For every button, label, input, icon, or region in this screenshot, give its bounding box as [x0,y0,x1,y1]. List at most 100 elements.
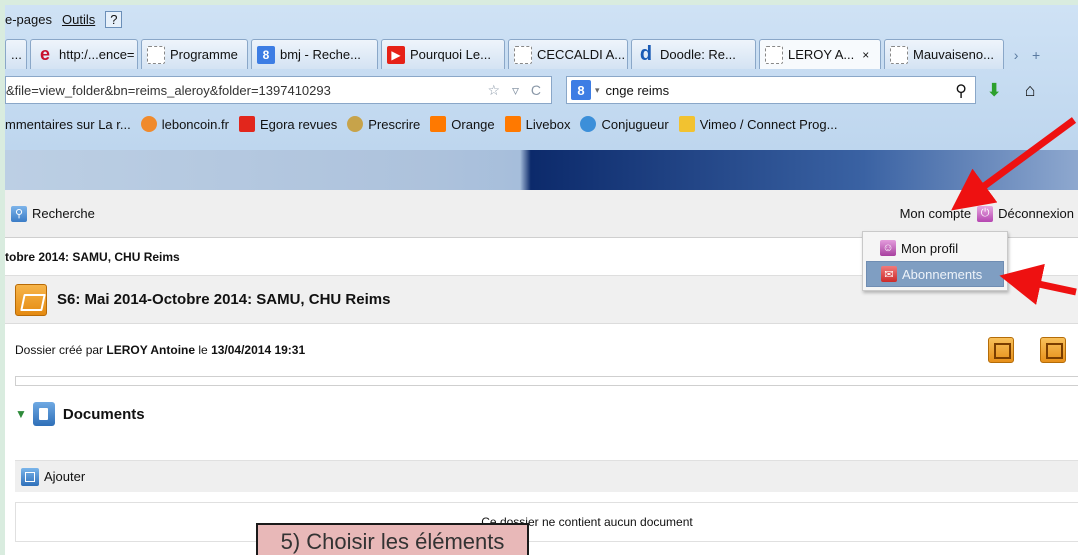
menu-item-profile[interactable]: ☺ Mon profil [866,235,1004,261]
tab-8[interactable]: Mauvaiseno... [884,39,1004,69]
tab-5[interactable]: CECCALDI A... [508,39,628,69]
tab-scroll-controls: › + [1007,39,1047,71]
menu-item-tools[interactable]: Outils [62,12,95,27]
bookmark-vimeo[interactable]: Vimeo / Connect Prog... [678,116,837,132]
bookmark-label: Livebox [525,116,571,132]
star-dropdown-reload-icons[interactable]: ☆ ▿ C [488,82,545,99]
menu-item-subscriptions[interactable]: ✉ Abonnements [866,261,1004,287]
folder-author: LEROY Antoine [106,343,196,357]
close-tab-icon[interactable]: × [862,48,869,62]
tab-7-active[interactable]: LEROY A... × [759,39,881,69]
logout-icon: ⏻ [977,205,994,222]
bookmark-conjugueur[interactable]: Conjugueur [580,116,669,132]
home-icon[interactable]: ⌂ [1012,80,1048,101]
subscriptions-label: Abonnements [902,266,983,282]
google-icon[interactable]: 8 [571,80,591,100]
address-url: &file=view_folder&bn=reims_aleroy&folder… [6,82,331,98]
tab-6[interactable]: d Doodle: Re... [631,39,756,69]
prescrire-icon [347,116,364,132]
tab-label: Pourquoi Le... [410,47,491,62]
search-box[interactable]: 8 ▾ cnge reims ⚲ [566,76,976,104]
google-icon: 8 [257,45,275,64]
folder-title: S6: Mai 2014-Octobre 2014: SAMU, CHU Rei… [57,291,391,308]
tab-label: Doodle: Re... [660,47,736,62]
download-icon[interactable]: ⬇ [976,80,1012,101]
doodle-icon: d [639,43,653,65]
tab-0[interactable]: ... [5,39,27,69]
menu-item-pages[interactable]: e-pages [5,12,52,27]
tab-label: CECCALDI A... [537,47,626,62]
bookmarks-bar: mmentaires sur La r... leboncoin.fr Egor… [5,109,1078,139]
ie-logo-icon: e [39,44,50,64]
livebox-icon [504,116,521,132]
web-page: ⚲ Recherche Mon compte ⏻ Déconnexion tob… [5,150,1078,555]
search-icon[interactable]: ⚲ [955,81,967,101]
conjugueur-icon [580,116,597,132]
egora-icon [238,116,255,132]
logout-link[interactable]: Déconnexion [998,206,1074,221]
tab-label: Programme [170,47,238,62]
tab-1[interactable]: e http:/...ence= [30,39,138,69]
address-bar[interactable]: &file=view_folder&bn=reims_aleroy&folder… [5,76,552,104]
edit-folder-icon[interactable] [988,337,1014,363]
folder-date: 13/04/2014 19:31 [211,343,306,357]
bookmark-prescrire[interactable]: Prescrire [347,116,420,132]
bookmark-label: leboncoin.fr [161,116,229,132]
search-link[interactable]: ⚲ Recherche [11,205,95,222]
tab-4[interactable]: ▶ Pourquoi Le... [381,39,505,69]
bookmark-leboncoin[interactable]: leboncoin.fr [140,116,229,132]
tab-label: http:/...ence= [59,47,135,62]
youtube-icon: ▶ [387,45,405,64]
add-icon [21,467,39,486]
empty-documents-message: Ce dossier ne contient aucun document [15,502,1078,542]
envelope-icon: ✉ [881,266,897,282]
tab-3[interactable]: 8 bmj - Reche... [251,39,378,69]
bookmark-comments[interactable]: mmentaires sur La r... [5,117,131,132]
add-label: Ajouter [44,469,86,484]
divider-bar [15,376,1078,386]
callout-text: 5) Choisir les éléments [280,529,505,554]
orange-icon [430,116,447,132]
annotation-callout: 5) Choisir les éléments [256,523,529,555]
bookmark-label: Orange [451,116,495,132]
bookmark-label: Conjugueur [601,116,669,132]
blank-page-icon [147,45,165,64]
collapse-triangle-icon[interactable]: ▼ [15,407,27,421]
meta-prefix: Dossier créé par [15,343,107,357]
profile-label: Mon profil [901,240,959,256]
bookmark-label: mmentaires sur La r... [5,116,131,132]
meta-mid: le [195,343,212,357]
tab-label: LEROY A... [788,47,855,62]
chevron-down-icon[interactable]: ▾ [595,85,600,96]
blank-page-icon [765,45,783,64]
browser-chrome: e-pages Outils ? ... e http:/...ence= Pro… [5,5,1078,150]
search-query: cnge reims [605,82,670,98]
blank-page-icon [514,45,532,64]
folder-meta: Dossier créé par LEROY Antoine le 13/04/… [5,324,1078,376]
bookmark-egora[interactable]: Egora revues [238,116,338,132]
tab-label: bmj - Reche... [280,47,361,62]
my-account-link[interactable]: Mon compte [900,206,972,221]
account-dropdown-menu: ☺ Mon profil ✉ Abonnements [862,231,1008,291]
tab-strip: ... e http:/...ence= Programme 8 bmj - Rec… [5,39,1078,71]
tab-2[interactable]: Programme [141,39,248,69]
documents-section-header[interactable]: ▼ Documents [5,386,1078,442]
tab-label: ... [11,47,22,62]
menu-bar: e-pages Outils ? [5,5,1078,33]
tab-label: Mauvaiseno... [913,47,994,62]
bookmark-orange[interactable]: Orange [430,116,495,132]
search-icon: ⚲ [11,205,27,222]
delete-folder-icon[interactable] [1040,337,1066,363]
add-document-button[interactable]: Ajouter [15,460,1078,492]
folder-icon [15,283,47,316]
documents-heading: Documents [62,405,145,423]
bookmark-label: Egora revues [259,116,338,132]
menu-item-help[interactable]: ? [105,10,123,28]
new-tab-icon[interactable]: + [1032,47,1040,63]
bookmark-label: Prescrire [368,116,421,132]
blank-page-icon [890,45,908,64]
search-link-label: Recherche [32,206,95,221]
document-icon [32,402,55,426]
chevron-right-icon[interactable]: › [1014,47,1019,63]
bookmark-livebox[interactable]: Livebox [504,116,571,132]
